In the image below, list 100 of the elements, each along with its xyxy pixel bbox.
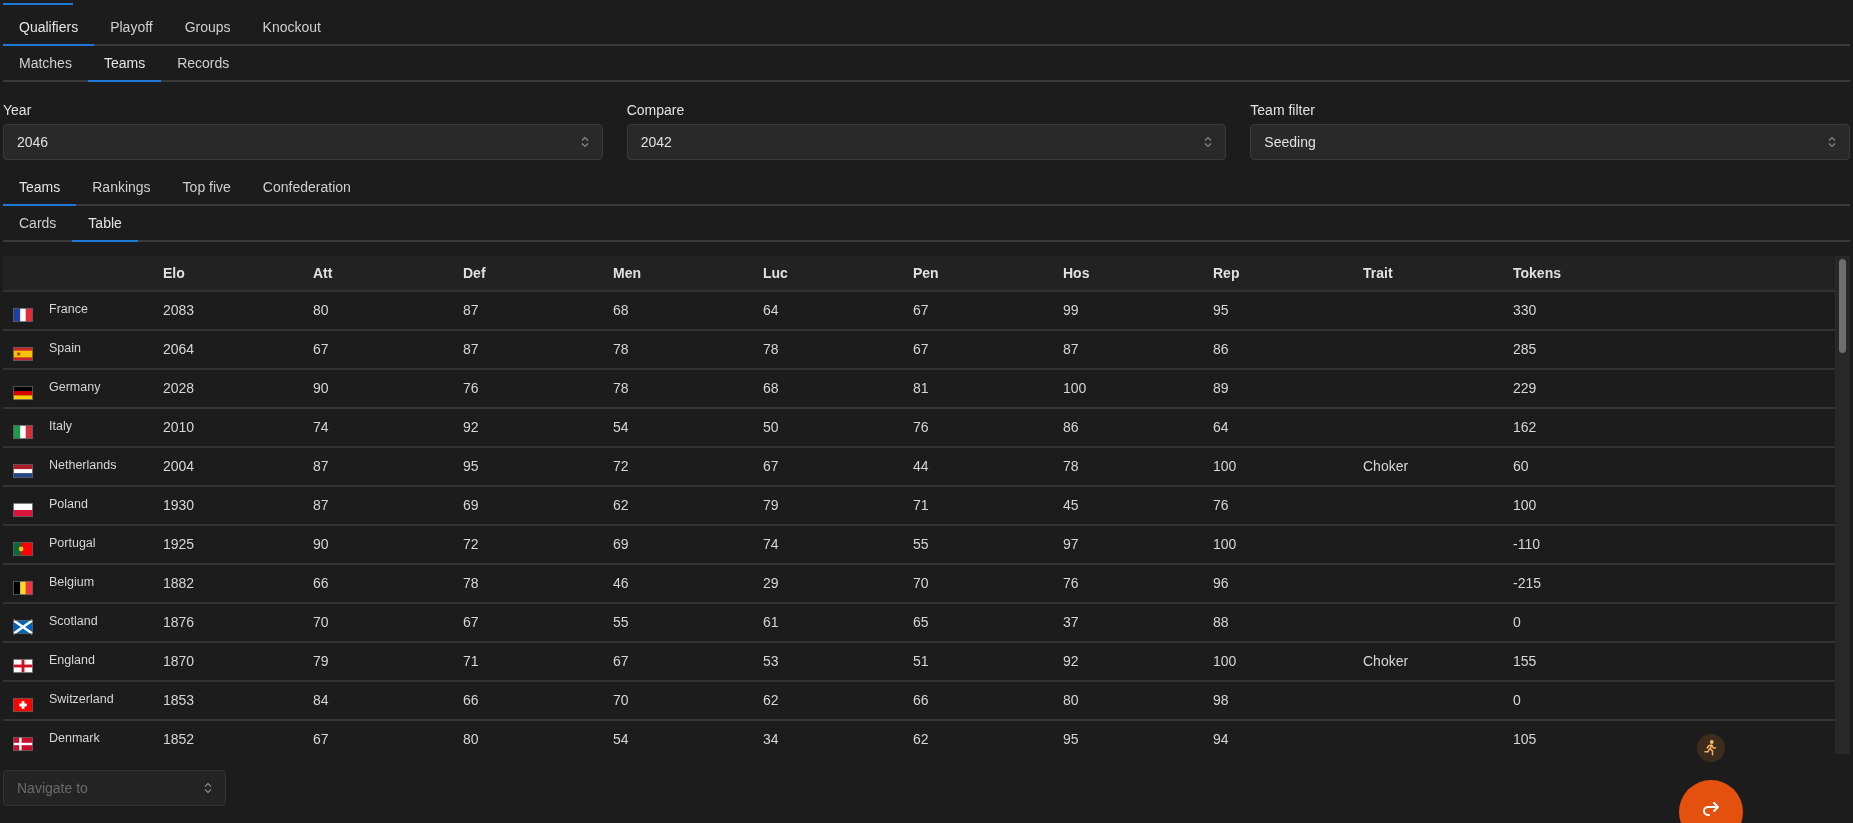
tab[interactable]: Table: [72, 206, 138, 242]
table-cell-text: 46: [613, 574, 629, 593]
table-cell-text: Choker: [1363, 652, 1409, 671]
table-cell-text: 79: [763, 496, 779, 515]
table-cell-text: 86: [1063, 418, 1079, 437]
table-cell-text: 105: [1513, 730, 1537, 749]
table-cell-text: 69: [613, 535, 629, 554]
table-cell-text: 62: [763, 691, 779, 710]
table-cell-text: 67: [463, 613, 479, 632]
table-cell-text: 92: [1063, 652, 1079, 671]
table-cell-text: 2004: [163, 457, 195, 476]
table-cell-text: 78: [763, 340, 779, 359]
tab[interactable]: Cards: [3, 206, 73, 242]
tab[interactable]: Confederation: [246, 170, 367, 206]
table-cell-text: 70: [613, 691, 629, 710]
table-cell-text: 55: [613, 613, 629, 632]
table-cell-text: 78: [613, 379, 629, 398]
team-name: Scotland: [49, 613, 98, 630]
column-header: Elo: [163, 264, 185, 281]
table-cell-text: 72: [463, 535, 479, 554]
tab[interactable]: Playoff: [94, 10, 169, 46]
table-cell-text: 66: [463, 691, 479, 710]
table-cell-text: 95: [1063, 730, 1079, 749]
table-cell-text: 67: [763, 457, 779, 476]
table-cell-text: 74: [313, 418, 329, 437]
table-cell-text: 1870: [163, 652, 195, 671]
table-cell-text: 100: [1513, 496, 1537, 515]
table-cell-text: 97: [1063, 535, 1079, 554]
tab[interactable]: Teams: [3, 170, 77, 206]
table-cell-text: 70: [313, 613, 329, 632]
table-cell-text: 229: [1513, 379, 1537, 398]
table-cell-text: 64: [763, 301, 779, 320]
table-cell-text: 67: [613, 652, 629, 671]
scrollbar[interactable]: [1835, 256, 1850, 754]
table-cell-text: 55: [913, 535, 929, 554]
table-cell-text: 62: [613, 496, 629, 515]
tab[interactable]: Qualifiers: [3, 10, 95, 46]
table-cell-text: 87: [313, 457, 329, 476]
tab[interactable]: Matches: [3, 46, 88, 82]
runner-button[interactable]: [1697, 734, 1725, 762]
chevron-updown-icon: [580, 136, 589, 148]
table-cell-text: 87: [1063, 340, 1079, 359]
table-cell-text: 87: [313, 496, 329, 515]
table-cell-text: -110: [1513, 535, 1540, 554]
table-cell-text: 95: [463, 457, 479, 476]
table-cell-text: 71: [463, 652, 479, 671]
table-cell-text: 62: [913, 730, 929, 749]
table-cell-text: 95: [1213, 301, 1229, 320]
table-cell-text: 72: [613, 457, 629, 476]
table-cell-text: 1853: [163, 691, 195, 710]
table-cell-text: 37: [1063, 613, 1079, 632]
tab[interactable]: Rankings: [76, 170, 167, 206]
tab[interactable]: Top five: [166, 170, 247, 206]
team-name: Portugal: [49, 535, 96, 552]
column-header: Tokens: [1513, 264, 1561, 281]
team-name: Poland: [49, 496, 88, 513]
table-cell-text: 86: [1213, 340, 1229, 359]
column-header: Rep: [1213, 264, 1240, 281]
team-name: Netherlands: [49, 457, 117, 474]
table-cell-text: 84: [313, 691, 329, 710]
tab[interactable]: Records: [161, 46, 246, 82]
table-cell-text: 34: [763, 730, 779, 749]
select-field[interactable]: Seeding: [1250, 124, 1850, 160]
team-name: Belgium: [49, 574, 95, 591]
table-cell-text: 100: [1213, 535, 1237, 554]
table-cell-text: 67: [913, 340, 929, 359]
tab[interactable]: Teams: [87, 46, 162, 82]
team-name: Denmark: [49, 730, 100, 747]
table-cell-text: 64: [1213, 418, 1229, 437]
table-cell-text: 68: [613, 301, 629, 320]
tab[interactable]: Groups: [168, 10, 247, 46]
table-cell-text: 66: [313, 574, 329, 593]
table-cell-text: 50: [763, 418, 779, 437]
table-cell-text: 76: [1063, 574, 1079, 593]
table-cell-text: 2028: [163, 379, 195, 398]
table-cell-text: 53: [763, 652, 779, 671]
table-cell-text: 74: [763, 535, 779, 554]
table-cell-text: 92: [463, 418, 479, 437]
table-cell-text: 76: [1213, 496, 1229, 515]
table-cell-text: 90: [313, 379, 329, 398]
team-name: Italy: [49, 418, 72, 435]
table-cell-text: 99: [1063, 301, 1079, 320]
table-cell-text: 162: [1513, 418, 1537, 437]
tab[interactable]: Knockout: [246, 10, 337, 46]
table-cell-text: 78: [463, 574, 479, 593]
table-cell-text: 44: [913, 457, 929, 476]
redirect-arrow-icon: [1702, 802, 1720, 816]
column-header: Pen: [913, 264, 939, 281]
column-header: Att: [313, 264, 333, 281]
select-field[interactable]: 2046: [3, 124, 603, 160]
select-field[interactable]: 2042: [626, 124, 1227, 160]
table-cell-text: 285: [1513, 340, 1537, 359]
table-cell-text: 94: [1213, 730, 1229, 749]
table-cell-text: 81: [913, 379, 929, 398]
table-cell-text: 80: [463, 730, 479, 749]
table-cell-text: 90: [313, 535, 329, 554]
table-cell-text: 67: [313, 340, 329, 359]
table-cell-text: 68: [763, 379, 779, 398]
table-cell-text: 100: [1213, 652, 1237, 671]
chevron-updown-icon: [1828, 136, 1836, 148]
